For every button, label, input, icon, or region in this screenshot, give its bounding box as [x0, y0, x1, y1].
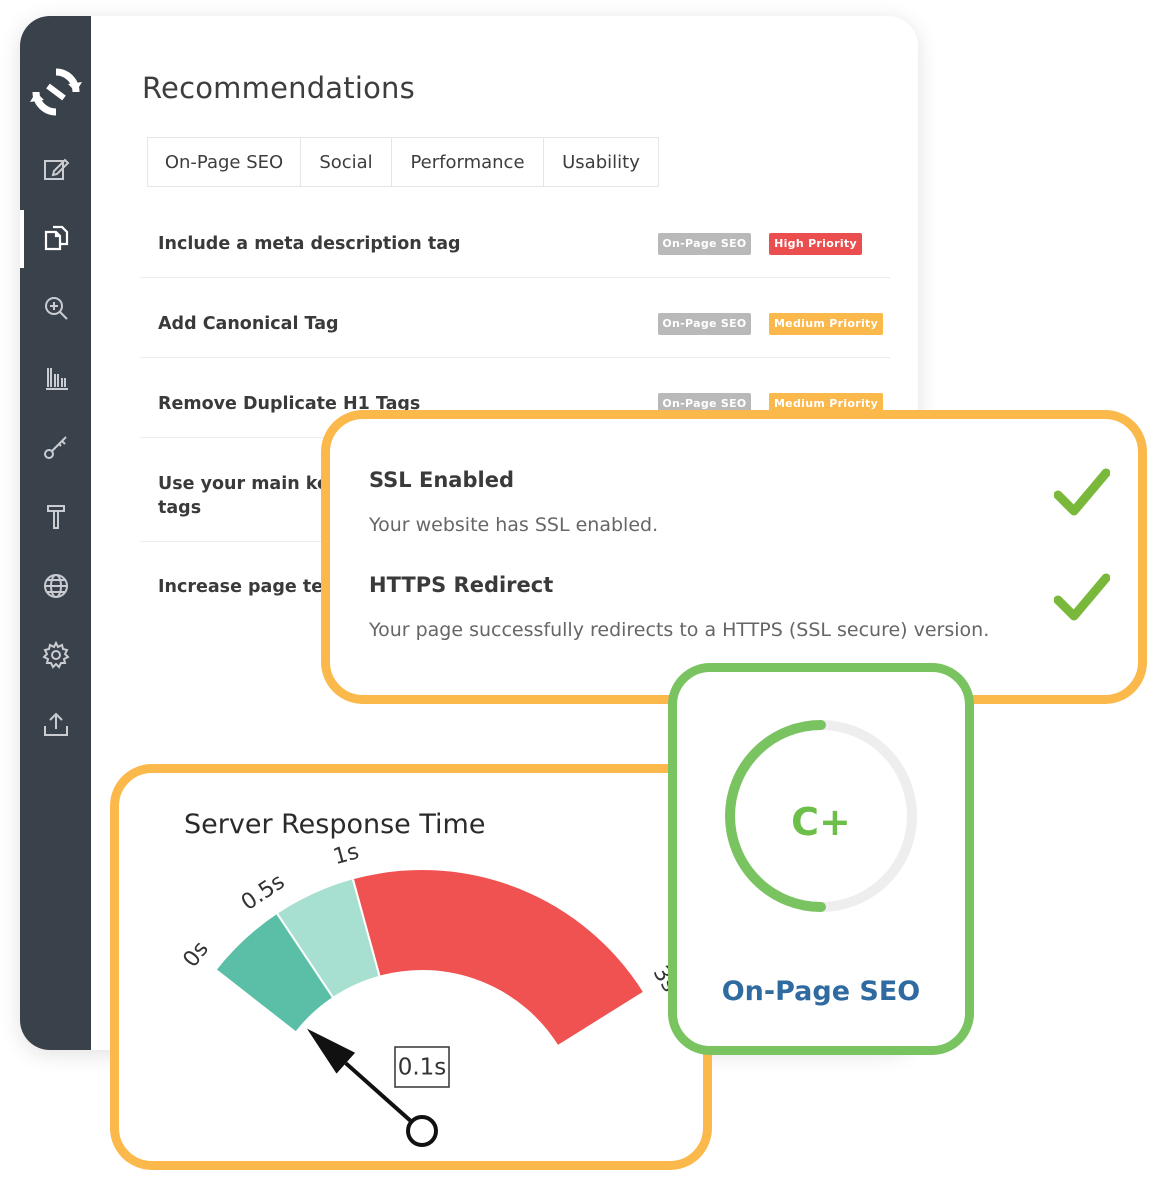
recommendation-text: Add Canonical Tag [158, 314, 339, 334]
https-redirect-description: Your page successfully redirects to a HT… [369, 619, 990, 641]
gear-icon[interactable] [20, 633, 91, 677]
server-response-card: Server Response Time 0s 0.5s 1s 3s 0.1s [110, 764, 712, 1170]
documents-icon[interactable] [20, 216, 91, 260]
recommendation-text: Include a meta description tag [158, 234, 461, 254]
gauge-needle-hub [406, 1115, 438, 1147]
gauge-tick-label: 1s [331, 839, 362, 870]
ssl-enabled-description: Your website has SSL enabled. [369, 514, 659, 536]
globe-icon[interactable] [20, 564, 91, 608]
category-badge: On-Page SEO [658, 313, 751, 335]
response-time-gauge: 0s0.5s1s3s 0.1s [179, 839, 682, 1147]
page-title: Recommendations [142, 71, 415, 105]
gauge-tick-label: 0s [179, 937, 214, 972]
https-redirect-title: HTTPS Redirect [369, 573, 554, 597]
tab-usability[interactable]: Usability [544, 138, 658, 186]
gauge-band-2 [351, 868, 646, 1048]
key-icon[interactable] [20, 425, 91, 469]
logo-icon[interactable] [20, 64, 91, 120]
seo-grade-card: C+ On-Page SEO [668, 663, 974, 1055]
priority-badge: High Priority [769, 233, 862, 255]
export-icon[interactable] [20, 702, 91, 746]
check-icon [1054, 573, 1110, 621]
hammer-icon[interactable] [20, 494, 91, 538]
seo-grade: C+ [791, 800, 851, 844]
recommendation-row[interactable]: Add Canonical Tag On-Page SEO Medium Pri… [140, 278, 890, 358]
seo-grade-label: On-Page SEO [721, 976, 921, 1007]
priority-badge: Medium Priority [769, 313, 883, 335]
edit-icon[interactable] [20, 147, 91, 191]
bar-chart-icon[interactable] [20, 356, 91, 400]
ssl-status-card: SSL Enabled Your website has SSL enabled… [321, 410, 1147, 704]
sidebar [20, 16, 91, 1050]
zoom-search-icon[interactable] [20, 286, 91, 330]
tab-on-page-seo[interactable]: On-Page SEO [148, 138, 301, 186]
recommendation-row[interactable]: Include a meta description tag On-Page S… [140, 206, 890, 278]
check-icon [1054, 468, 1110, 516]
gauge-value-label: 0.1s [398, 1055, 447, 1081]
category-tabs: On-Page SEO Social Performance Usability [147, 137, 659, 187]
tab-performance[interactable]: Performance [392, 138, 544, 186]
ssl-enabled-title: SSL Enabled [369, 468, 514, 492]
tab-social[interactable]: Social [301, 138, 392, 186]
category-badge: On-Page SEO [658, 233, 751, 255]
